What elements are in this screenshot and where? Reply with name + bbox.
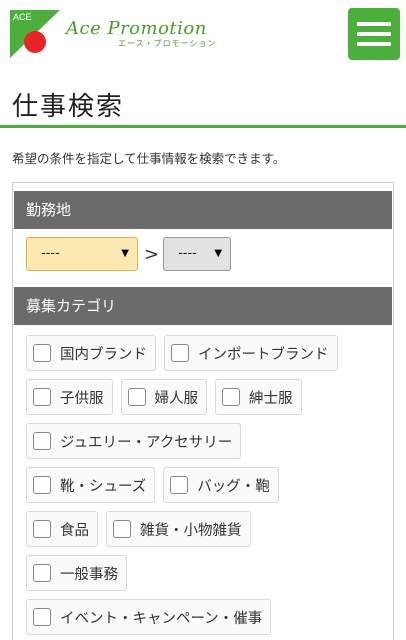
category-option[interactable]: 雑貨・小物雑貨 [106,511,251,547]
category-label: 子供服 [60,390,104,407]
category-section-header: 募集カテゴリ [14,287,392,325]
category-label: 一般事務 [60,566,118,583]
category-list: 国内ブランド インポートブランド 子供服 婦人服 紳士服 ジュエリー・アクセサリー 靴・シュ… [14,325,392,635]
search-form: 勤務地 ---- ▼ > ---- ▼ 募集カテゴリ 国内ブランド インポートブラ… [12,182,394,640]
category-label: 紳士服 [249,390,293,407]
category-label: バッグ・鞄 [197,478,270,495]
category-label: 国内ブランド [60,346,147,363]
brand-name-block: Ace Promotion エース・プロモーション [66,18,216,49]
category-row: ジュエリー・アクセサリー [26,423,392,459]
hamburger-menu-icon[interactable] [348,8,400,60]
site-header: ACE Ace Promotion エース・プロモーション [0,0,406,80]
page-description: 希望の条件を指定して仕事情報を検索できます。 [12,151,286,166]
category-checkbox[interactable] [113,520,131,538]
prefecture-select[interactable]: ---- ▼ [26,237,138,271]
page-title: 仕事検索 [12,92,125,122]
category-option[interactable]: 婦人服 [120,379,207,415]
brand-name: Ace Promotion [66,18,207,39]
category-option[interactable]: 紳士服 [215,379,302,415]
category-row: 靴・シューズ バッグ・鞄 [26,467,392,503]
category-option[interactable]: イベント・キャンペーン・催事 [26,599,272,635]
logo-text: ACE [13,12,32,22]
location-selects: ---- ▼ > ---- ▼ [14,229,392,279]
category-checkbox[interactable] [222,388,240,406]
category-checkbox[interactable] [171,344,189,362]
category-row: 一般事務 [26,555,392,591]
category-option[interactable]: 靴・シューズ [26,467,156,503]
category-label: 雑貨・小物雑貨 [140,522,242,539]
prefecture-select-value: ---- [41,246,60,261]
category-row: 子供服 婦人服 紳士服 [26,379,392,415]
category-checkbox[interactable] [33,388,51,406]
category-label: イベント・キャンペーン・催事 [60,610,263,627]
category-checkbox[interactable] [127,388,146,406]
category-row: イベント・キャンペーン・催事 [26,599,392,635]
city-select[interactable]: ---- ▼ [163,237,232,271]
category-option[interactable]: 一般事務 [26,555,127,591]
dropdown-arrow-icon: ▼ [121,248,129,259]
category-checkbox[interactable] [33,476,51,494]
category-option[interactable]: 食品 [26,511,98,547]
category-checkbox[interactable] [170,476,189,494]
category-checkbox[interactable] [33,344,51,362]
category-checkbox[interactable] [33,520,51,538]
dropdown-arrow-icon: ▼ [214,248,223,259]
category-option[interactable]: インポートブランド [164,335,338,371]
category-option[interactable]: ジュエリー・アクセサリー [26,423,242,459]
category-label: 靴・シューズ [60,478,147,495]
brand-subtitle: エース・プロモーション [118,39,217,48]
category-option[interactable]: 子供服 [26,379,113,415]
location-section-header: 勤務地 [14,191,392,229]
select-separator: > [144,243,160,265]
title-divider [0,125,406,128]
category-label: ジュエリー・アクセサリー [60,434,233,451]
category-row: 国内ブランド インポートブランド [26,335,392,371]
category-row: 食品 雑貨・小物雑貨 [26,511,392,547]
city-select-value: ---- [178,246,197,261]
category-label: インポートブランド [198,346,329,363]
category-checkbox[interactable] [33,432,51,450]
category-option[interactable]: バッグ・鞄 [163,467,279,503]
category-label: 食品 [60,522,89,539]
ace-logo[interactable]: ACE [10,10,60,58]
category-checkbox[interactable] [33,564,51,582]
category-label: 婦人服 [154,390,199,407]
category-option[interactable]: 国内ブランド [26,335,156,371]
category-checkbox[interactable] [33,608,51,626]
